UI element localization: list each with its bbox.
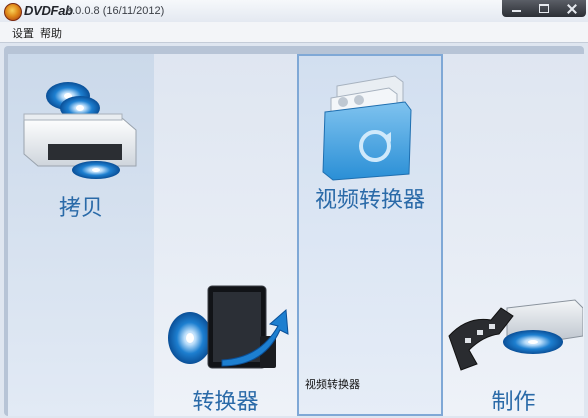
video-converter-folder-icon <box>322 75 412 181</box>
creator-film-dvd-icon <box>448 299 583 371</box>
module-tile-copy[interactable]: 拷贝 <box>8 54 154 416</box>
module-label-converter: 转换器 <box>192 390 259 415</box>
close-icon <box>567 4 577 14</box>
window-controls <box>502 0 586 17</box>
module-tile-video-converter[interactable]: 视频转换器 视频转换器 <box>297 54 443 416</box>
menu-bar: 设置 帮助 <box>0 22 588 43</box>
module-label-creator: 制作 <box>491 390 536 415</box>
module-tile-creator[interactable]: 制作 <box>443 54 584 416</box>
minimize-button[interactable] <box>507 3 525 14</box>
module-panel: 拷贝 转换器 视频转换器 视频转换器 制作 <box>4 46 584 416</box>
module-label-copy: 拷贝 <box>58 196 103 221</box>
title-bar: DVDFab 9.0.0.8 (16/11/2012) <box>0 0 588 23</box>
dvdfab-logo-icon <box>4 3 22 21</box>
minimize-icon <box>511 10 521 12</box>
module-tile-converter[interactable]: 转换器 <box>154 54 297 416</box>
menu-help[interactable]: 帮助 <box>40 25 62 41</box>
app-version: 9.0.0.8 (16/11/2012) <box>66 5 165 17</box>
copy-printer-icon <box>23 82 137 179</box>
converter-tablet-icon <box>168 285 289 369</box>
module-tooltip: 视频转换器 <box>305 378 360 391</box>
module-label-video-converter: 视频转换器 <box>314 188 425 213</box>
menu-settings[interactable]: 设置 <box>12 25 34 41</box>
close-button[interactable] <box>563 3 581 14</box>
maximize-icon <box>539 4 549 13</box>
maximize-button[interactable] <box>535 3 553 14</box>
